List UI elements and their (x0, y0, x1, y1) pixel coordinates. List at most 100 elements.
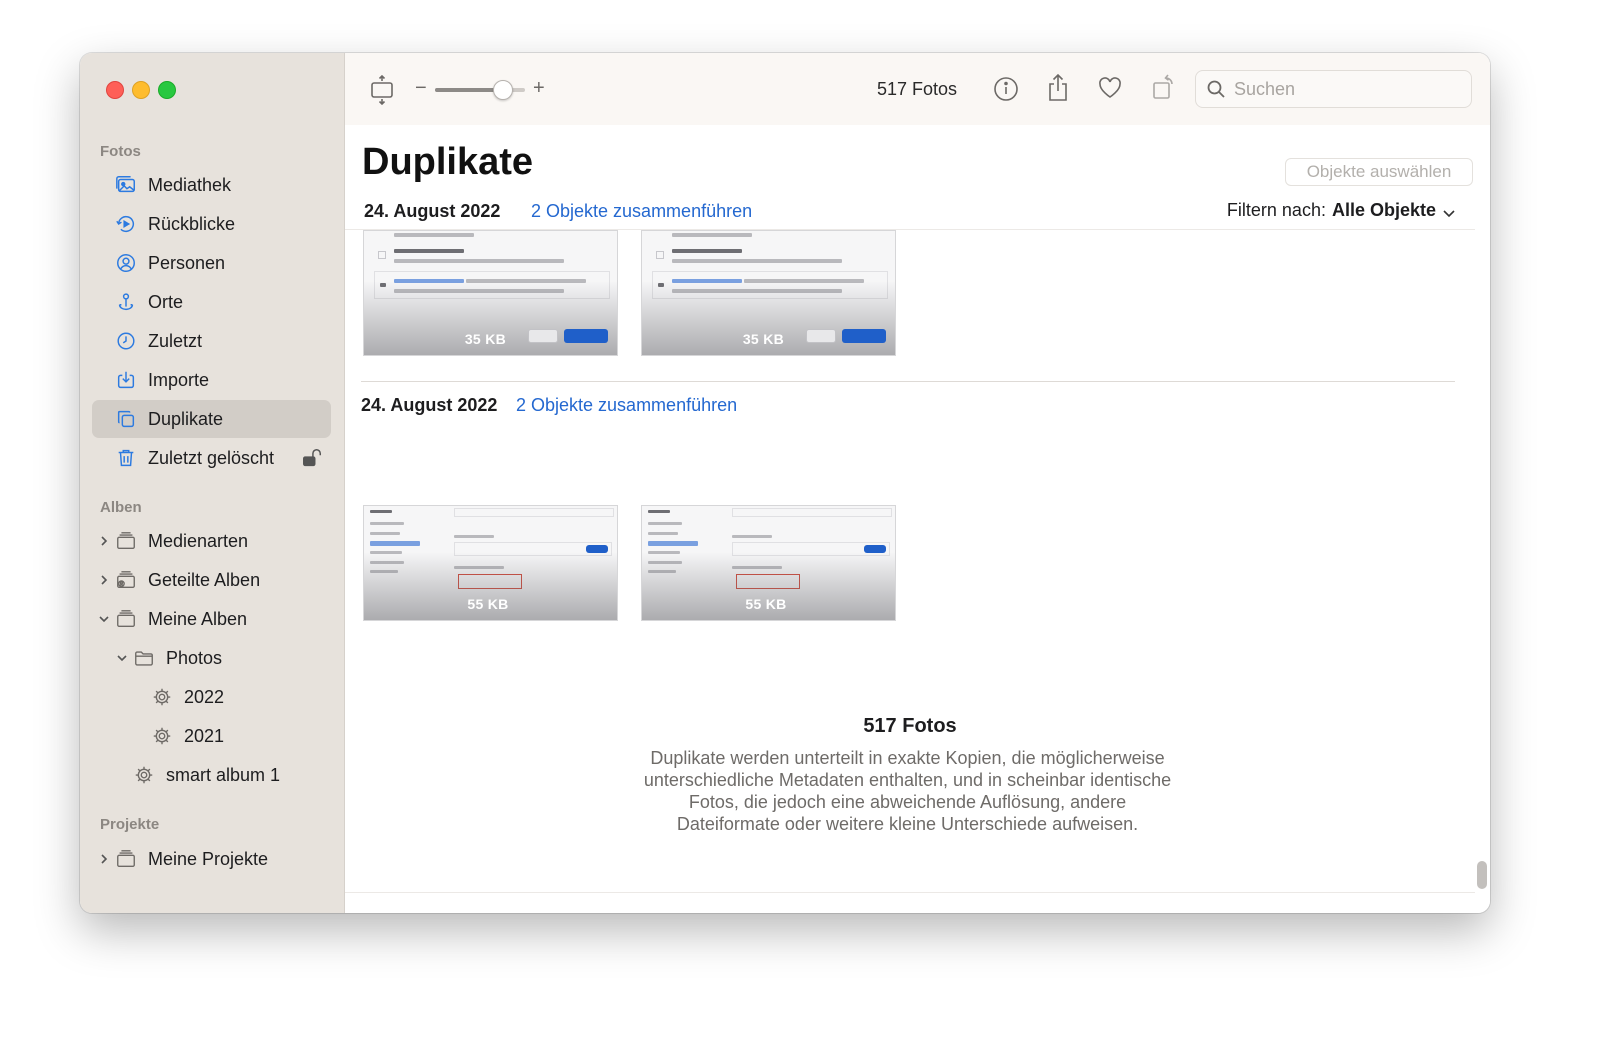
chevron-right-icon[interactable] (98, 574, 110, 586)
duplicates-icon (114, 407, 138, 431)
footer-description: Duplikate werden unterteilt in exakte Ko… (643, 748, 1172, 834)
toolbar-photo-count: 517 Fotos (877, 79, 958, 99)
section-label-fotos: Fotos (100, 143, 141, 160)
sidebar-item-label: Duplikate (148, 408, 224, 429)
file-size-label: 55 KB (467, 596, 509, 612)
sidebar-item-smart-album-2022[interactable]: 2022 (92, 678, 331, 716)
close-window-button[interactable] (106, 81, 124, 99)
sidebar: Fotos Mediathek Rückblicke Personen Orte (80, 53, 345, 913)
sidebar-item-rueckblicke[interactable]: Rückblicke (92, 205, 331, 243)
filter-value: Alle Objekte (1331, 200, 1436, 220)
merge-link[interactable]: 2 Objekte zusammenführen (531, 201, 752, 222)
sidebar-item-medienarten[interactable]: Medienarten (92, 522, 331, 560)
section-label-projekte: Projekte (100, 816, 160, 833)
sidebar-item-importe[interactable]: Importe (92, 361, 331, 399)
photo-thumbnail[interactable]: 55 KB (641, 505, 896, 621)
page-title: Duplikate (362, 141, 534, 183)
search-icon (1206, 79, 1226, 99)
sidebar-item-label: Meine Alben (148, 608, 248, 629)
sidebar-item-photos-folder[interactable]: Photos (92, 639, 331, 677)
sidebar-item-label: Geteilte Alben (148, 569, 261, 590)
sidebar-item-label: Personen (148, 252, 226, 273)
toolbar: − + 517 Fotos (345, 53, 1490, 125)
library-icon (114, 173, 138, 197)
trash-icon (114, 446, 138, 470)
smart-album-gear-icon (150, 724, 174, 748)
zoom-window-button[interactable] (158, 81, 176, 99)
file-size-label: 55 KB (745, 596, 787, 612)
filter-dropdown[interactable]: Filtern nach: Alle Objekte (1227, 200, 1456, 221)
people-icon (114, 251, 138, 275)
heart-icon[interactable] (1097, 76, 1123, 100)
sidebar-item-label: Orte (148, 291, 184, 312)
sidebar-item-label: Zuletzt gelöscht (148, 447, 275, 468)
sidebar-item-zuletzt[interactable]: Zuletzt (92, 322, 331, 360)
merge-link[interactable]: 2 Objekte zusammenführen (516, 395, 737, 416)
chevron-right-icon[interactable] (98, 535, 110, 547)
recent-icon (114, 329, 138, 353)
rotate-icon[interactable] (1151, 73, 1177, 101)
window-controls (106, 81, 176, 99)
file-size-label: 35 KB (464, 331, 507, 347)
shared-album-icon (114, 568, 138, 592)
sidebar-item-label: Medienarten (148, 530, 249, 551)
sidebar-item-meine-alben[interactable]: Meine Alben (92, 600, 331, 638)
sidebar-item-orte[interactable]: Orte (92, 283, 331, 321)
sidebar-item-smart-album-2021[interactable]: 2021 (92, 717, 331, 755)
info-icon[interactable] (993, 76, 1019, 102)
sidebar-item-label: Importe (148, 369, 210, 390)
chevron-down-icon[interactable] (116, 652, 128, 664)
sidebar-item-smart-album-1[interactable]: smart album 1 (92, 756, 331, 794)
photo-thumbnail[interactable]: 35 KB (641, 230, 896, 356)
sidebar-item-zuletzt-geloescht[interactable]: Zuletzt gelöscht (92, 439, 331, 477)
content-bottom-border (345, 892, 1475, 893)
file-size-label: 35 KB (742, 331, 785, 347)
search-field[interactable] (1195, 70, 1472, 108)
photos-window: Fotos Mediathek Rückblicke Personen Orte (80, 53, 1490, 913)
share-icon[interactable] (1045, 73, 1071, 103)
section-label-alben: Alben (100, 499, 142, 516)
sidebar-item-label: Photos (166, 647, 223, 668)
sidebar-item-label: Mediathek (148, 174, 232, 195)
select-items-button[interactable]: Objekte auswählen (1285, 158, 1473, 186)
minimize-window-button[interactable] (132, 81, 150, 99)
filter-label: Filtern nach: (1226, 200, 1326, 220)
unlock-icon[interactable] (301, 447, 323, 469)
search-input[interactable] (1234, 78, 1454, 100)
group-divider (361, 381, 1455, 382)
sidebar-item-label: Meine Projekte (148, 848, 269, 869)
sidebar-item-label: Zuletzt (148, 330, 203, 351)
photo-thumbnail[interactable]: 35 KB (363, 230, 618, 356)
aspect-toggle-icon[interactable] (369, 74, 395, 106)
zoom-in-button[interactable]: + (533, 77, 545, 100)
smart-album-gear-icon (150, 685, 174, 709)
footer-photo-count: 517 Fotos (863, 715, 957, 737)
photo-thumbnail[interactable]: 55 KB (363, 505, 618, 621)
zoom-out-button[interactable]: − (415, 77, 427, 100)
album-stack-icon (114, 847, 138, 871)
memories-icon (114, 212, 138, 236)
group-date: 24. August 2022 (364, 201, 501, 221)
sidebar-item-personen[interactable]: Personen (92, 244, 331, 282)
places-icon (114, 290, 138, 314)
sidebar-item-meine-projekte[interactable]: Meine Projekte (92, 840, 331, 878)
chevron-down-icon (1442, 204, 1456, 218)
sidebar-item-label: 2022 (184, 686, 225, 707)
chevron-down-icon[interactable] (98, 613, 110, 625)
sidebar-item-duplikate[interactable]: Duplikate (92, 400, 331, 438)
sidebar-item-label: Rückblicke (148, 213, 236, 234)
sidebar-item-label: 2021 (184, 725, 225, 746)
smart-album-gear-icon (132, 763, 156, 787)
chevron-right-icon[interactable] (98, 853, 110, 865)
album-stack-icon (114, 607, 138, 631)
main-content: − + 517 Fotos Suchen Duplikate Objekte a… (345, 53, 1490, 913)
vertical-scrollbar[interactable] (1477, 861, 1487, 889)
sidebar-item-label: smart album 1 (166, 764, 281, 785)
zoom-slider-knob[interactable] (492, 80, 513, 100)
folder-icon (132, 646, 156, 670)
group-date: 24. August 2022 (361, 395, 498, 415)
sidebar-item-mediathek[interactable]: Mediathek (92, 166, 331, 204)
sidebar-item-geteilte-alben[interactable]: Geteilte Alben (92, 561, 331, 599)
album-stack-icon (114, 529, 138, 553)
imports-icon (114, 368, 138, 392)
